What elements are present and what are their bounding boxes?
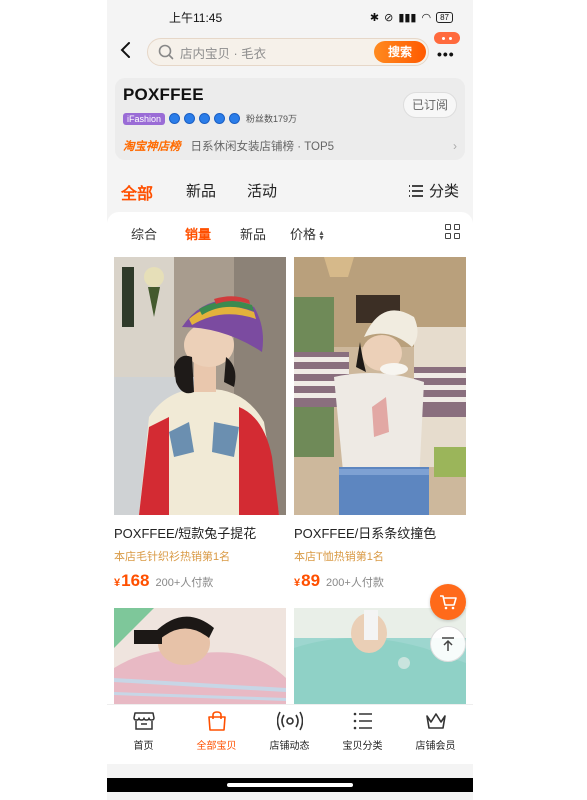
search-button[interactable]: 搜索: [374, 41, 426, 63]
gesture-bar-area: [107, 778, 473, 792]
chevron-right-icon: ›: [453, 139, 457, 153]
product-card[interactable]: POXFFEE/短款兔子提花 本店毛针织衫热销第1名 ¥168 200+人付款: [114, 257, 286, 591]
product-price-row: ¥168 200+人付款: [114, 571, 286, 591]
product-title[interactable]: POXFFEE/日系条纹撞色: [294, 523, 466, 542]
tab-new[interactable]: 新品: [186, 180, 216, 201]
search-icon: [158, 44, 174, 60]
mute-icon: ⊘: [384, 11, 394, 24]
product-price: ¥89: [294, 571, 321, 590]
nav-label: 首页: [133, 741, 154, 752]
product-image[interactable]: [114, 608, 286, 704]
classify-button[interactable]: 分类: [408, 180, 459, 201]
nav-home[interactable]: 首页: [107, 711, 180, 752]
product-sold-count: 200+人付款: [155, 577, 214, 589]
wifi-icon: ◠: [421, 11, 432, 24]
nav-label: 店铺动态: [269, 741, 310, 752]
product-price: ¥168: [114, 571, 150, 590]
rank-title: 淘宝神店榜: [123, 141, 181, 153]
nav-label: 全部宝贝: [196, 741, 237, 752]
sort-sales[interactable]: 销量: [185, 224, 211, 243]
fan-count: 粉丝数179万: [246, 114, 298, 124]
shop-card: POXFFEE iFashion 粉丝数179万 已订阅 淘宝神店榜 日系休闲女…: [115, 78, 465, 160]
crown-level-icon: [214, 113, 226, 124]
status-icons: ✱ ⊘ ▮▮▮ ◠ 87: [370, 11, 453, 24]
sort-price[interactable]: 价格 ▲ ▼: [290, 224, 325, 243]
phone-screen: 上午11:45 ✱ ⊘ ▮▮▮ ◠ 87 店内宝贝 · 毛衣 搜索 ••• PO…: [107, 0, 473, 800]
product-rank: 本店T恤热销第1名: [294, 551, 384, 563]
product-rank: 本店毛针织衫热销第1名: [114, 551, 231, 563]
tab-activity[interactable]: 活动: [247, 180, 277, 201]
battery-icon: 87: [436, 11, 453, 23]
broadcast-icon: [276, 711, 303, 731]
classify-label: 分类: [428, 183, 459, 200]
tab-all[interactable]: 全部: [121, 180, 153, 204]
status-time: 上午11:45: [169, 10, 223, 25]
more-menu-button[interactable]: •••: [433, 32, 461, 62]
sort-comprehensive[interactable]: 综合: [131, 224, 157, 243]
list-icon: [408, 185, 423, 197]
search-placeholder: 店内宝贝 · 毛衣: [180, 46, 267, 61]
nav-label: 店铺会员: [415, 741, 456, 752]
nav-all-items[interactable]: 全部宝贝: [180, 711, 253, 752]
arrow-up-icon: [442, 637, 454, 651]
nav-shop-feed[interactable]: 店铺动态: [253, 711, 326, 752]
crown-level-icon: [229, 113, 241, 124]
grid-view-icon[interactable]: [445, 224, 461, 240]
search-row: 店内宝贝 · 毛衣 搜索 •••: [107, 32, 473, 66]
product-image[interactable]: [294, 257, 466, 515]
product-title[interactable]: POXFFEE/短款兔子提花: [114, 523, 286, 542]
rank-text: 日系休闲女装店铺榜 · TOP5: [190, 141, 335, 153]
cart-icon: [440, 595, 457, 610]
shop-rank-link[interactable]: 淘宝神店榜 日系休闲女装店铺榜 · TOP5 ›: [123, 138, 457, 154]
category-tabs: 全部 新品 活动 分类: [107, 176, 473, 206]
nav-categories[interactable]: 宝贝分类: [326, 711, 399, 752]
list-icon: [353, 712, 372, 730]
status-bar: 上午11:45 ✱ ⊘ ▮▮▮ ◠ 87: [107, 0, 473, 34]
sort-new[interactable]: 新品: [240, 224, 266, 243]
back-arrow-icon[interactable]: [119, 39, 137, 63]
shop-name: POXFFEE: [123, 85, 204, 104]
product-image[interactable]: [114, 257, 286, 515]
sort-tabs: 综合 销量 新品 价格 ▲ ▼: [107, 224, 473, 244]
crown-level-icon: [169, 113, 181, 124]
search-input[interactable]: 店内宝贝 · 毛衣 搜索: [147, 38, 429, 66]
message-badge-icon: [434, 32, 460, 44]
bottom-nav: 首页 全部宝贝 店铺动态 宝贝分类 店铺会员: [107, 704, 473, 764]
nav-membership[interactable]: 店铺会员: [399, 711, 472, 752]
product-card[interactable]: POXFFEE/日系条纹撞色 本店T恤热销第1名 ¥89 200+人付款: [294, 257, 466, 591]
bluetooth-icon: ✱: [369, 11, 380, 24]
cart-button[interactable]: [430, 584, 466, 620]
crown-level-icon: [184, 113, 196, 124]
subscribe-button[interactable]: 已订阅: [403, 92, 457, 118]
nav-label: 宝贝分类: [342, 741, 383, 752]
shopping-bag-icon: [207, 711, 226, 731]
crown-icon: [425, 713, 446, 729]
more-dots-icon: •••: [437, 46, 455, 62]
ifashion-tag: iFashion: [123, 112, 166, 125]
product-sold-count: 200+人付款: [326, 577, 384, 589]
home-indicator[interactable]: [227, 783, 353, 787]
sort-price-label: 价格: [290, 227, 317, 242]
shop-badges: iFashion 粉丝数179万: [123, 112, 297, 125]
back-to-top-button[interactable]: [430, 626, 466, 662]
sort-arrows-icon: ▲ ▼: [318, 229, 325, 242]
signal-icon: ▮▮▮: [398, 11, 417, 24]
storefront-icon: [132, 712, 155, 730]
crown-level-icon: [199, 113, 211, 124]
